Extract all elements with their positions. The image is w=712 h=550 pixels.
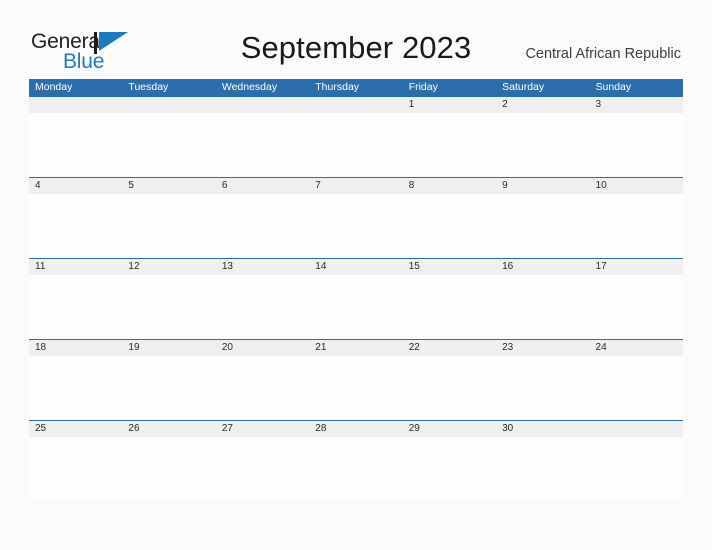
week-row: 25 26 27 28 29 30 [29,420,683,501]
weekday-header-sunday: Sunday [595,81,632,93]
weekday-header-wednesday: Wednesday [221,81,278,93]
weekday-header-saturday: Saturday [502,81,545,93]
day-cell[interactable]: 3 [590,97,683,113]
week-row: 11 12 13 14 15 16 17 [29,258,683,339]
month-calendar: Monday Tuesday Wednesday Thursday Friday… [29,79,683,501]
day-cell[interactable]: 12 [122,259,215,275]
week-note-area[interactable] [29,113,683,176]
weekday-header-thursday: Thursday [315,81,360,93]
day-cell[interactable]: 24 [590,340,683,356]
day-cell[interactable] [122,97,215,113]
day-cell[interactable]: 17 [590,259,683,275]
day-cell[interactable]: 5 [122,178,215,194]
day-cell[interactable]: 30 [496,421,589,437]
day-cell[interactable]: 9 [496,178,589,194]
day-cell[interactable]: 16 [496,259,589,275]
day-cell[interactable]: 4 [29,178,122,194]
calendar-page: General Blue September 2023 Central Afri… [0,0,712,550]
day-number-band: 1 2 3 [29,97,683,113]
week-row: 18 19 20 21 22 23 24 [29,339,683,420]
day-cell[interactable]: 28 [309,421,402,437]
week-note-area[interactable] [29,275,683,338]
day-cell[interactable]: 26 [122,421,215,437]
day-cell[interactable]: 29 [403,421,496,437]
day-cell[interactable]: 25 [29,421,122,437]
week-note-area[interactable] [29,356,683,419]
week-row: 4 5 6 7 8 9 10 [29,177,683,258]
day-cell[interactable]: 14 [309,259,402,275]
day-number-band: 4 5 6 7 8 9 10 [29,178,683,194]
week-note-area[interactable] [29,437,683,500]
page-header: General Blue September 2023 Central Afri… [0,0,712,78]
day-cell[interactable]: 8 [403,178,496,194]
day-cell[interactable]: 21 [309,340,402,356]
day-cell[interactable]: 19 [122,340,215,356]
weekday-header-monday: Monday [35,81,73,93]
day-cell[interactable] [29,97,122,113]
weekday-header-row: Monday Tuesday Wednesday Thursday Friday… [29,79,683,96]
day-cell[interactable]: 13 [216,259,309,275]
week-row: 1 2 3 [29,96,683,177]
day-cell[interactable]: 2 [496,97,589,113]
day-cell[interactable]: 27 [216,421,309,437]
day-number-band: 18 19 20 21 22 23 24 [29,340,683,356]
day-cell[interactable]: 15 [403,259,496,275]
day-cell[interactable]: 1 [403,97,496,113]
day-cell[interactable]: 23 [496,340,589,356]
week-note-area[interactable] [29,194,683,257]
day-number-band: 25 26 27 28 29 30 [29,421,683,437]
day-cell[interactable]: 22 [403,340,496,356]
day-cell[interactable]: 11 [29,259,122,275]
region-label: Central African Republic [525,46,681,62]
day-cell[interactable]: 6 [216,178,309,194]
day-cell[interactable]: 18 [29,340,122,356]
day-cell[interactable]: 10 [590,178,683,194]
day-cell[interactable]: 20 [216,340,309,356]
day-cell[interactable] [590,421,683,437]
weekday-header-friday: Friday [408,81,438,93]
day-cell[interactable]: 7 [309,178,402,194]
day-cell[interactable] [309,97,402,113]
day-cell[interactable] [216,97,309,113]
weekday-header-tuesday: Tuesday [128,81,169,93]
day-number-band: 11 12 13 14 15 16 17 [29,259,683,275]
